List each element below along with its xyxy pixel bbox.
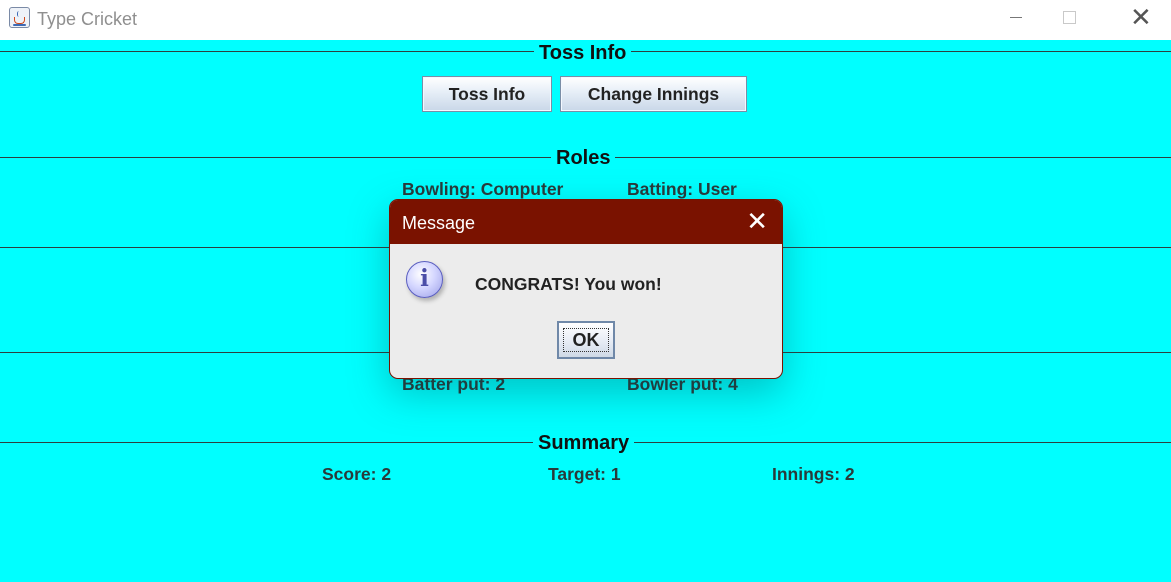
- dialog-close-button[interactable]: ✕: [746, 208, 768, 234]
- maximize-icon: [1063, 11, 1076, 24]
- toss-info-button[interactable]: Toss Info: [422, 76, 552, 112]
- toss-section-title: Toss Info: [534, 41, 632, 65]
- target-label: Target: 1: [548, 464, 621, 484]
- title-bar: Type Cricket ✕: [0, 0, 1171, 40]
- close-icon: ✕: [746, 206, 768, 236]
- dialog-title: Message: [402, 213, 476, 233]
- summary-section-title: Summary: [533, 431, 635, 455]
- maximize-button[interactable]: [1047, 0, 1093, 36]
- minimize-icon: [1010, 17, 1022, 18]
- dialog-title-bar: Message ✕: [390, 200, 782, 244]
- innings-label: Innings: 2: [772, 464, 855, 484]
- minimize-button[interactable]: [993, 0, 1039, 36]
- info-icon: i: [406, 261, 443, 298]
- change-innings-button[interactable]: Change Innings: [560, 76, 747, 112]
- roles-section-title: Roles: [551, 146, 616, 170]
- message-dialog: Message ✕ i CONGRATS! You won! OK: [389, 199, 783, 379]
- window-title: Type Cricket: [37, 9, 138, 29]
- score-label: Score: 2: [322, 464, 392, 484]
- batting-role-label: Batting: User: [627, 179, 737, 199]
- close-window-button[interactable]: ✕: [1117, 0, 1163, 36]
- bowling-role-label: Bowling: Computer: [402, 179, 564, 199]
- java-cup-icon: [9, 7, 30, 28]
- close-icon: ✕: [1130, 2, 1152, 32]
- dialog-message: CONGRATS! You won!: [475, 274, 662, 294]
- focus-ring: [563, 328, 609, 352]
- ok-button[interactable]: OK: [557, 321, 615, 359]
